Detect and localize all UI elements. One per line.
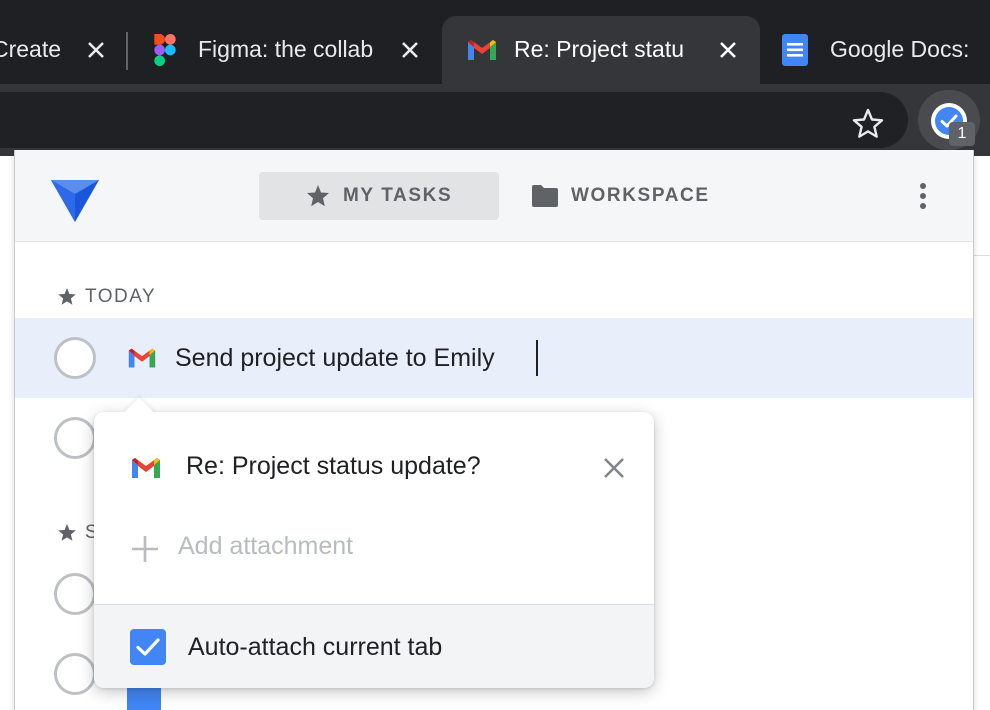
checkmark-icon <box>136 638 160 656</box>
close-tab-icon[interactable] <box>396 36 424 64</box>
close-tab-icon[interactable] <box>82 36 110 64</box>
section-title: TODAY <box>85 286 157 307</box>
tab-title: Create <box>0 36 62 62</box>
task-complete-toggle[interactable] <box>54 417 96 459</box>
divider <box>974 255 990 256</box>
tab-label: WORKSPACE <box>571 185 710 206</box>
auto-attach-label: Auto-attach current tab <box>188 633 443 661</box>
bookmark-star-icon[interactable] <box>848 104 888 144</box>
extension-badge: 1 <box>949 122 975 146</box>
close-tab-icon[interactable] <box>714 36 742 64</box>
app-logo-icon <box>51 180 99 222</box>
star-icon <box>58 288 76 305</box>
folder-icon <box>532 185 558 207</box>
attachment-email-title[interactable]: Re: Project status update? <box>186 452 481 481</box>
tab-separator <box>126 32 128 70</box>
browser-toolbar: 1 <box>0 84 990 156</box>
tab-title: Re: Project statu <box>514 36 685 62</box>
star-icon <box>58 524 76 541</box>
gmail-icon <box>132 458 160 478</box>
auto-attach-checkbox[interactable] <box>130 629 166 665</box>
extension-button[interactable]: 1 <box>918 90 980 150</box>
add-attachment-button[interactable]: Add attachment <box>178 532 353 561</box>
tab-figma[interactable]: Figma: the collab <box>132 16 438 84</box>
tab-title: Google Docs: <box>830 36 970 62</box>
address-bar[interactable] <box>0 92 908 148</box>
section-second: S <box>57 522 99 544</box>
close-icon[interactable] <box>600 454 628 482</box>
google-docs-icon <box>782 34 808 66</box>
plus-icon[interactable] <box>130 534 160 564</box>
task-complete-toggle[interactable] <box>54 573 96 615</box>
tab-create[interactable]: Create <box>0 16 126 84</box>
auto-attach-row[interactable]: Auto-attach current tab <box>94 604 654 688</box>
popup-header: MY TASKS WORKSPACE <box>15 150 973 242</box>
task-complete-toggle[interactable] <box>54 337 96 379</box>
gmail-icon <box>468 40 496 60</box>
task-row-selected[interactable]: Send project update to Emily <box>15 318 973 398</box>
more-options-icon[interactable] <box>911 178 935 214</box>
gmail-icon <box>128 348 156 368</box>
tab-my-tasks[interactable]: MY TASKS <box>259 172 499 220</box>
text-caret <box>536 340 538 376</box>
browser-tab-strip: Create Figma: the collab Re: Project sta… <box>0 0 990 84</box>
tab-gmail-active[interactable]: Re: Project statu <box>442 16 760 84</box>
section-today: TODAY <box>57 286 156 308</box>
task-title-input[interactable]: Send project update to Emily <box>175 338 775 378</box>
tab-label: MY TASKS <box>343 185 453 206</box>
star-icon <box>307 185 329 207</box>
task-complete-toggle[interactable] <box>54 653 96 695</box>
tab-workspace[interactable]: WORKSPACE <box>529 172 739 220</box>
tab-google-docs[interactable]: Google Docs: <box>762 16 990 84</box>
figma-icon <box>154 34 176 66</box>
attachment-card: Re: Project status update? Add attachmen… <box>94 397 654 688</box>
tab-title: Figma: the collab <box>198 36 374 62</box>
